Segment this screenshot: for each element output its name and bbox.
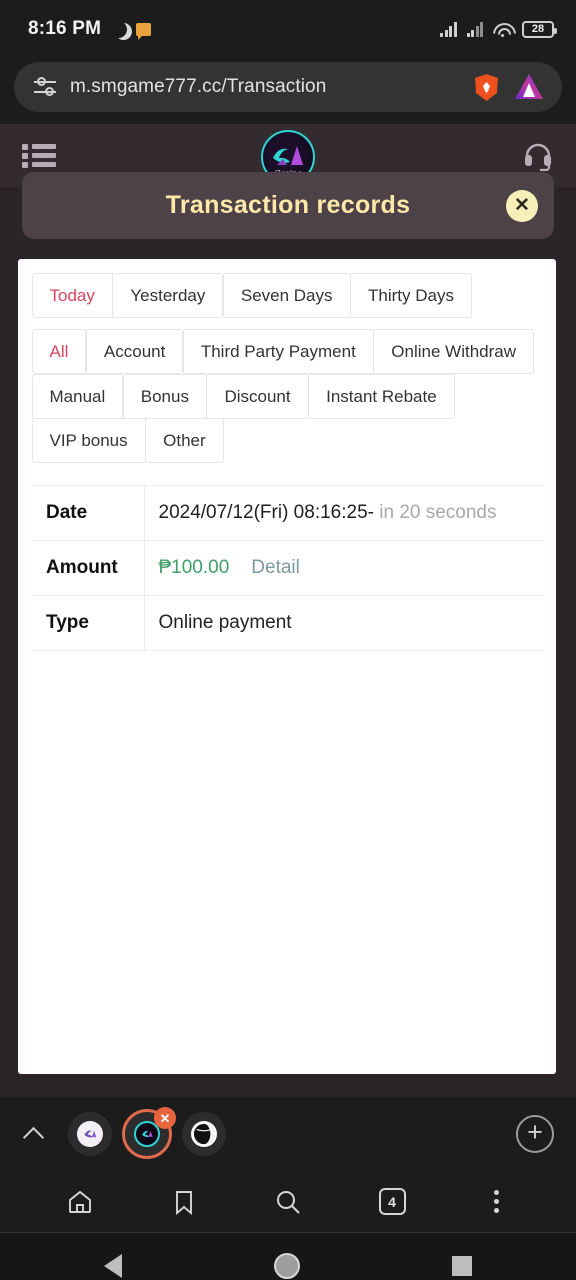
search-icon[interactable] bbox=[268, 1182, 308, 1222]
chevron-up-icon[interactable] bbox=[22, 1121, 48, 1147]
tab-favicon-3[interactable] bbox=[182, 1112, 226, 1156]
status-bar-right: 28 bbox=[440, 20, 557, 38]
tab-favicon-2-active[interactable]: ✕ bbox=[122, 1107, 176, 1159]
back-triangle-icon[interactable] bbox=[104, 1254, 122, 1278]
url-bar[interactable]: m.smgame777.cc/Transaction bbox=[14, 62, 562, 112]
battery-level: 28 bbox=[531, 22, 545, 35]
url-text[interactable]: m.smgame777.cc/Transaction bbox=[70, 76, 459, 98]
filter-chip-account[interactable]: Account bbox=[85, 329, 184, 374]
kebab-menu-icon[interactable] bbox=[476, 1182, 516, 1222]
status-time: 8:16 PM bbox=[28, 18, 102, 39]
detail-link[interactable]: Detail bbox=[251, 557, 300, 578]
browser-tab-strip: ✕ + bbox=[0, 1097, 576, 1171]
tab-favicon-1[interactable] bbox=[68, 1112, 112, 1156]
date-range-filter-group: Today Yesterday Seven Days Thirty Days bbox=[31, 272, 542, 318]
row-value-type: Online payment bbox=[158, 612, 292, 633]
transaction-records-modal: Transaction records ✕ bbox=[22, 172, 554, 239]
close-tab-icon[interactable]: ✕ bbox=[154, 1107, 176, 1129]
android-system-nav bbox=[0, 1233, 576, 1280]
row-value-date: 2024/07/12(Fri) 08:16:25- in 20 seconds bbox=[144, 486, 542, 541]
transaction-detail-table: Date 2024/07/12(Fri) 08:16:25- in 20 sec… bbox=[32, 485, 542, 651]
home-icon[interactable] bbox=[60, 1182, 100, 1222]
filter-chip-today[interactable]: Today bbox=[31, 272, 113, 318]
modal-header: Transaction records ✕ bbox=[22, 172, 554, 239]
row-label-amount: Amount bbox=[32, 540, 145, 596]
filter-chip-online-withdraw[interactable]: Online Withdraw bbox=[373, 329, 535, 374]
crescent-moon-icon bbox=[107, 19, 127, 38]
filter-chip-discount[interactable]: Discount bbox=[206, 373, 309, 419]
battery-icon: 28 bbox=[522, 20, 557, 38]
filter-chip-manual[interactable]: Manual bbox=[31, 373, 124, 419]
row-label-date: Date bbox=[32, 485, 145, 541]
cellular-signal-secondary-icon bbox=[466, 21, 483, 37]
wifi-icon bbox=[493, 22, 512, 37]
favicon-purple-icon bbox=[77, 1121, 103, 1147]
date-value: 2024/07/12(Fri) 08:16:25- bbox=[158, 502, 374, 523]
transaction-content-card: Today Yesterday Seven Days Thirty Days A… bbox=[18, 259, 556, 1074]
table-row-type: Type Online payment bbox=[32, 595, 542, 651]
android-status-bar: 8:16 PM 28 bbox=[0, 0, 576, 58]
list-menu-icon[interactable] bbox=[22, 143, 56, 168]
status-bar-left: 8:16 PM bbox=[28, 18, 152, 40]
date-relative-note: in 20 seconds bbox=[373, 502, 497, 523]
filter-chip-third-party-payment[interactable]: Third Party Payment bbox=[182, 329, 374, 374]
chat-bubble-icon bbox=[136, 22, 152, 40]
page-title: Transaction records bbox=[165, 191, 411, 219]
filter-chip-vip-bonus[interactable]: VIP bonus bbox=[31, 418, 146, 463]
browser-bottom-nav: 4 bbox=[0, 1171, 576, 1233]
filter-chip-other[interactable]: Other bbox=[145, 418, 224, 463]
filter-chip-bonus[interactable]: Bonus bbox=[122, 373, 207, 419]
amp-triangle-icon[interactable] bbox=[514, 73, 544, 101]
row-label-type: Type bbox=[32, 595, 145, 651]
recent-apps-square-icon[interactable] bbox=[452, 1256, 472, 1276]
browser-url-bar-container: m.smgame777.cc/Transaction bbox=[0, 58, 576, 124]
web-page-viewport: Casino Transaction records ✕ Today Yeste… bbox=[0, 124, 576, 1097]
bookmark-icon[interactable] bbox=[164, 1182, 204, 1222]
filter-chip-all[interactable]: All bbox=[31, 329, 87, 374]
home-circle-icon[interactable] bbox=[274, 1253, 300, 1279]
headset-support-icon[interactable] bbox=[522, 141, 554, 171]
category-filter-group: All Account Third Party Payment Online W… bbox=[31, 329, 542, 463]
brave-lion-icon[interactable] bbox=[473, 73, 500, 102]
new-tab-button[interactable]: + bbox=[516, 1115, 554, 1153]
filter-chip-yesterday[interactable]: Yesterday bbox=[112, 272, 224, 318]
filter-chip-seven-days[interactable]: Seven Days bbox=[222, 272, 351, 318]
row-value-amount: ₱100.00 Detail bbox=[144, 541, 542, 596]
tab-count-label: 4 bbox=[378, 1188, 406, 1215]
tab-counter-button[interactable]: 4 bbox=[372, 1182, 412, 1222]
amount-value: ₱100.00 bbox=[158, 557, 230, 578]
tab-list: ✕ bbox=[68, 1107, 226, 1159]
close-icon[interactable]: ✕ bbox=[506, 189, 538, 222]
table-row-date: Date 2024/07/12(Fri) 08:16:25- in 20 sec… bbox=[32, 485, 542, 541]
filter-chip-thirty-days[interactable]: Thirty Days bbox=[350, 272, 472, 318]
filter-chip-instant-rebate[interactable]: Instant Rebate bbox=[308, 373, 455, 419]
favicon-globe-icon bbox=[191, 1121, 217, 1147]
tune-sliders-icon[interactable] bbox=[34, 76, 56, 98]
cellular-signal-icon bbox=[440, 21, 457, 37]
table-row-amount: Amount ₱100.00 Detail bbox=[32, 540, 542, 596]
